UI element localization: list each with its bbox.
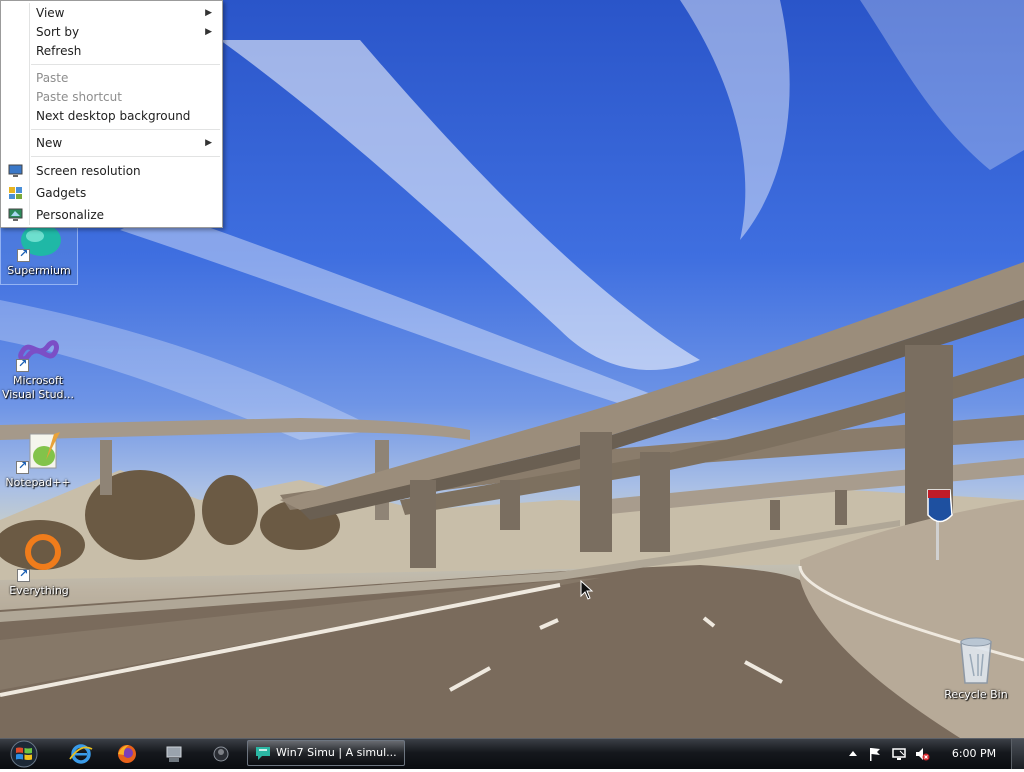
desktop-icon-recycle-bin[interactable]: Recycle Bin	[938, 636, 1014, 702]
taskbar-pin-computer[interactable]	[152, 741, 196, 767]
submenu-arrow-icon: ▶	[205, 8, 212, 18]
show-hidden-icons-icon	[849, 751, 857, 756]
everything-icon	[15, 532, 63, 582]
menu-item-label: Personalize	[36, 208, 105, 222]
shortcut-arrow-icon	[17, 247, 30, 262]
desktop-icon-supermium[interactable]: Supermium	[0, 224, 78, 285]
taskbar-pin-firefox[interactable]	[105, 741, 149, 767]
shortcut-arrow-icon	[16, 459, 29, 474]
menu-item-view[interactable]: View ▶	[3, 3, 220, 23]
menu-item-new[interactable]: New ▶	[3, 133, 220, 153]
desktop-icon-label: Supermium	[7, 264, 71, 277]
menu-separator	[31, 64, 220, 66]
desktop-icon-everything[interactable]: Everything	[1, 532, 77, 598]
firefox-icon	[118, 745, 136, 763]
notepadpp-icon	[14, 430, 62, 474]
network-button[interactable]	[891, 746, 907, 762]
media-icon	[213, 746, 229, 762]
menu-item-label: View	[36, 6, 65, 20]
task-label: Win7 Simu | A simul...	[276, 746, 397, 759]
taskbar-pin-media[interactable]	[199, 741, 243, 767]
action-center-flag-icon	[870, 748, 880, 761]
taskbar: Win7 Simu | A simul... 6:00 PM	[0, 738, 1024, 769]
desktop-icon-label: Recycle Bin	[944, 688, 1008, 701]
menu-item-label: Gadgets	[36, 186, 87, 200]
menu-item-gadgets[interactable]: Gadgets	[3, 183, 220, 203]
menu-item-label: Paste	[36, 71, 69, 85]
desktop-context-menu: View ▶ Sort by ▶ Refresh Paste Paste sho…	[0, 0, 223, 228]
desktop-icon-label: Everything	[9, 584, 69, 597]
taskbar-clock[interactable]: 6:00 PM	[948, 739, 1000, 769]
taskbar-task-win7simu[interactable]: Win7 Simu | A simul...	[247, 740, 405, 766]
desktop-icon-label: Microsoft Visual Stud...	[1, 374, 75, 401]
menu-item-label: Paste shortcut	[36, 90, 122, 104]
menu-item-label: Screen resolution	[36, 164, 141, 178]
shortcut-arrow-icon	[16, 357, 29, 372]
mouse-cursor-icon	[580, 580, 594, 600]
menu-item-sort-by[interactable]: Sort by ▶	[3, 22, 220, 42]
menu-item-paste-shortcut[interactable]: Paste shortcut	[3, 87, 220, 107]
menu-separator	[31, 129, 220, 131]
menu-item-label: Sort by	[36, 25, 80, 39]
action-center-button[interactable]	[867, 746, 883, 762]
windows-logo-icon	[10, 740, 38, 768]
computer-icon	[166, 746, 182, 762]
menu-item-paste[interactable]: Paste	[3, 68, 220, 88]
monitor-icon	[8, 164, 23, 177]
show-hidden-icons-button[interactable]	[845, 746, 861, 762]
recycle-bin-icon	[952, 636, 1000, 686]
network-icon	[892, 748, 906, 760]
menu-item-label: Refresh	[36, 44, 82, 58]
volume-muted-icon	[916, 748, 930, 761]
menu-item-label: Next desktop background	[36, 109, 191, 123]
volume-button[interactable]	[914, 746, 930, 762]
menu-item-next-desktop-background[interactable]: Next desktop background	[3, 106, 220, 126]
menu-item-refresh[interactable]: Refresh	[3, 41, 220, 61]
desktop[interactable]: Supermium Microsoft Visual Stud... Notep…	[0, 0, 1024, 738]
menu-item-screen-resolution[interactable]: Screen resolution	[3, 161, 220, 181]
menu-item-personalize[interactable]: Personalize	[3, 205, 220, 225]
taskbar-pin-internet-explorer[interactable]	[59, 741, 103, 767]
start-button[interactable]	[0, 739, 50, 769]
menu-separator	[31, 156, 220, 158]
supermium-icon	[15, 224, 63, 262]
visual-studio-icon	[14, 332, 62, 372]
desktop-icon-visual-studio[interactable]: Microsoft Visual Stud...	[0, 332, 76, 402]
desktop-icon-label: Notepad++	[5, 476, 71, 489]
win7simu-icon	[256, 747, 270, 760]
show-desktop-button[interactable]	[1011, 739, 1024, 769]
submenu-arrow-icon: ▶	[205, 27, 212, 37]
gadgets-icon	[9, 187, 22, 199]
submenu-arrow-icon: ▶	[205, 138, 212, 148]
shortcut-arrow-icon	[17, 567, 30, 582]
menu-item-label: New	[36, 136, 63, 150]
internet-explorer-icon	[69, 744, 93, 764]
desktop-icon-notepadpp[interactable]: Notepad++	[0, 430, 76, 490]
personalize-icon	[8, 208, 23, 221]
